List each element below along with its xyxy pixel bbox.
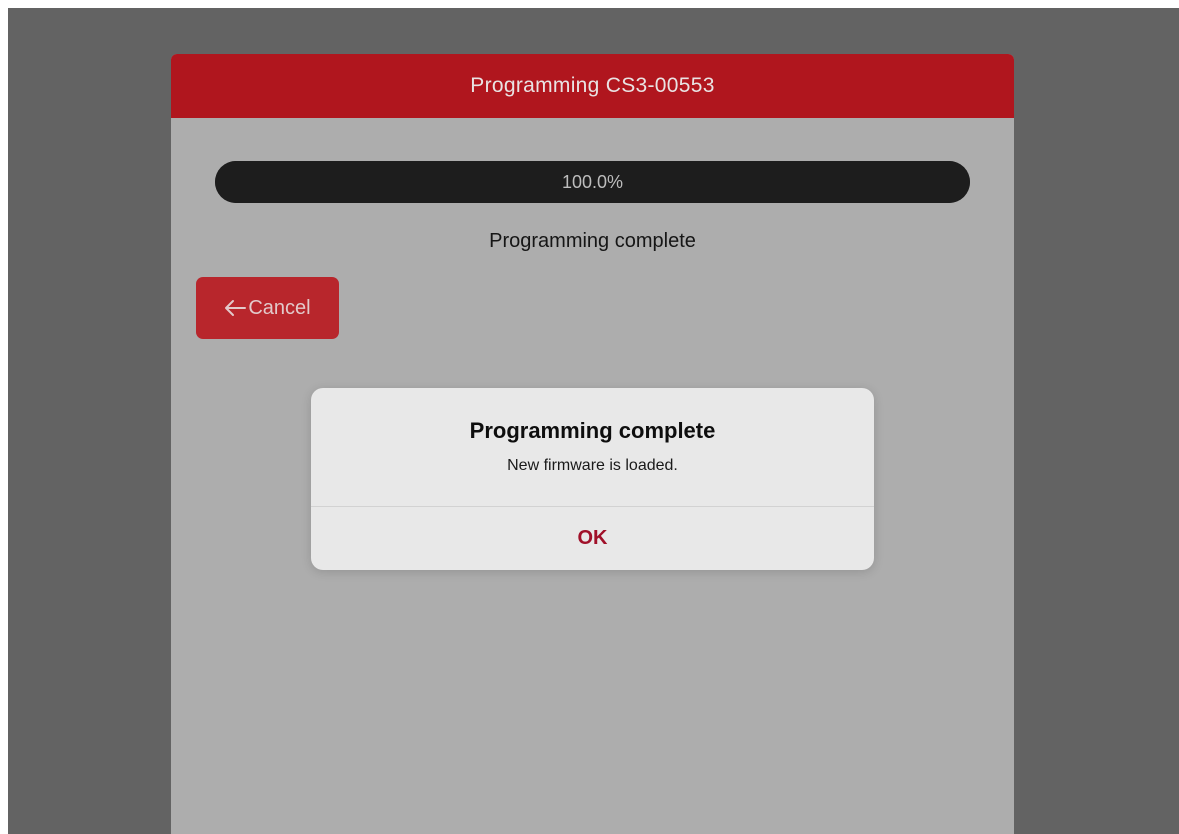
panel-title: Programming CS3-00553 (470, 74, 715, 97)
status-text: Programming complete (489, 230, 696, 252)
progress-bar: 100.0% (215, 161, 970, 203)
panel-header: Programming CS3-00553 (171, 54, 1014, 118)
progress-label: 100.0% (561, 171, 624, 192)
arrow-left-icon (225, 300, 247, 316)
dialog-message: New firmware is loaded. (507, 457, 678, 474)
cancel-button[interactable]: Cancel (196, 277, 339, 339)
alert-dialog: Programming complete New firmware is loa… (311, 388, 874, 570)
ok-button[interactable]: OK (311, 507, 874, 570)
dialog-title: Programming complete (469, 418, 716, 443)
cancel-button-label: Cancel (248, 296, 311, 319)
